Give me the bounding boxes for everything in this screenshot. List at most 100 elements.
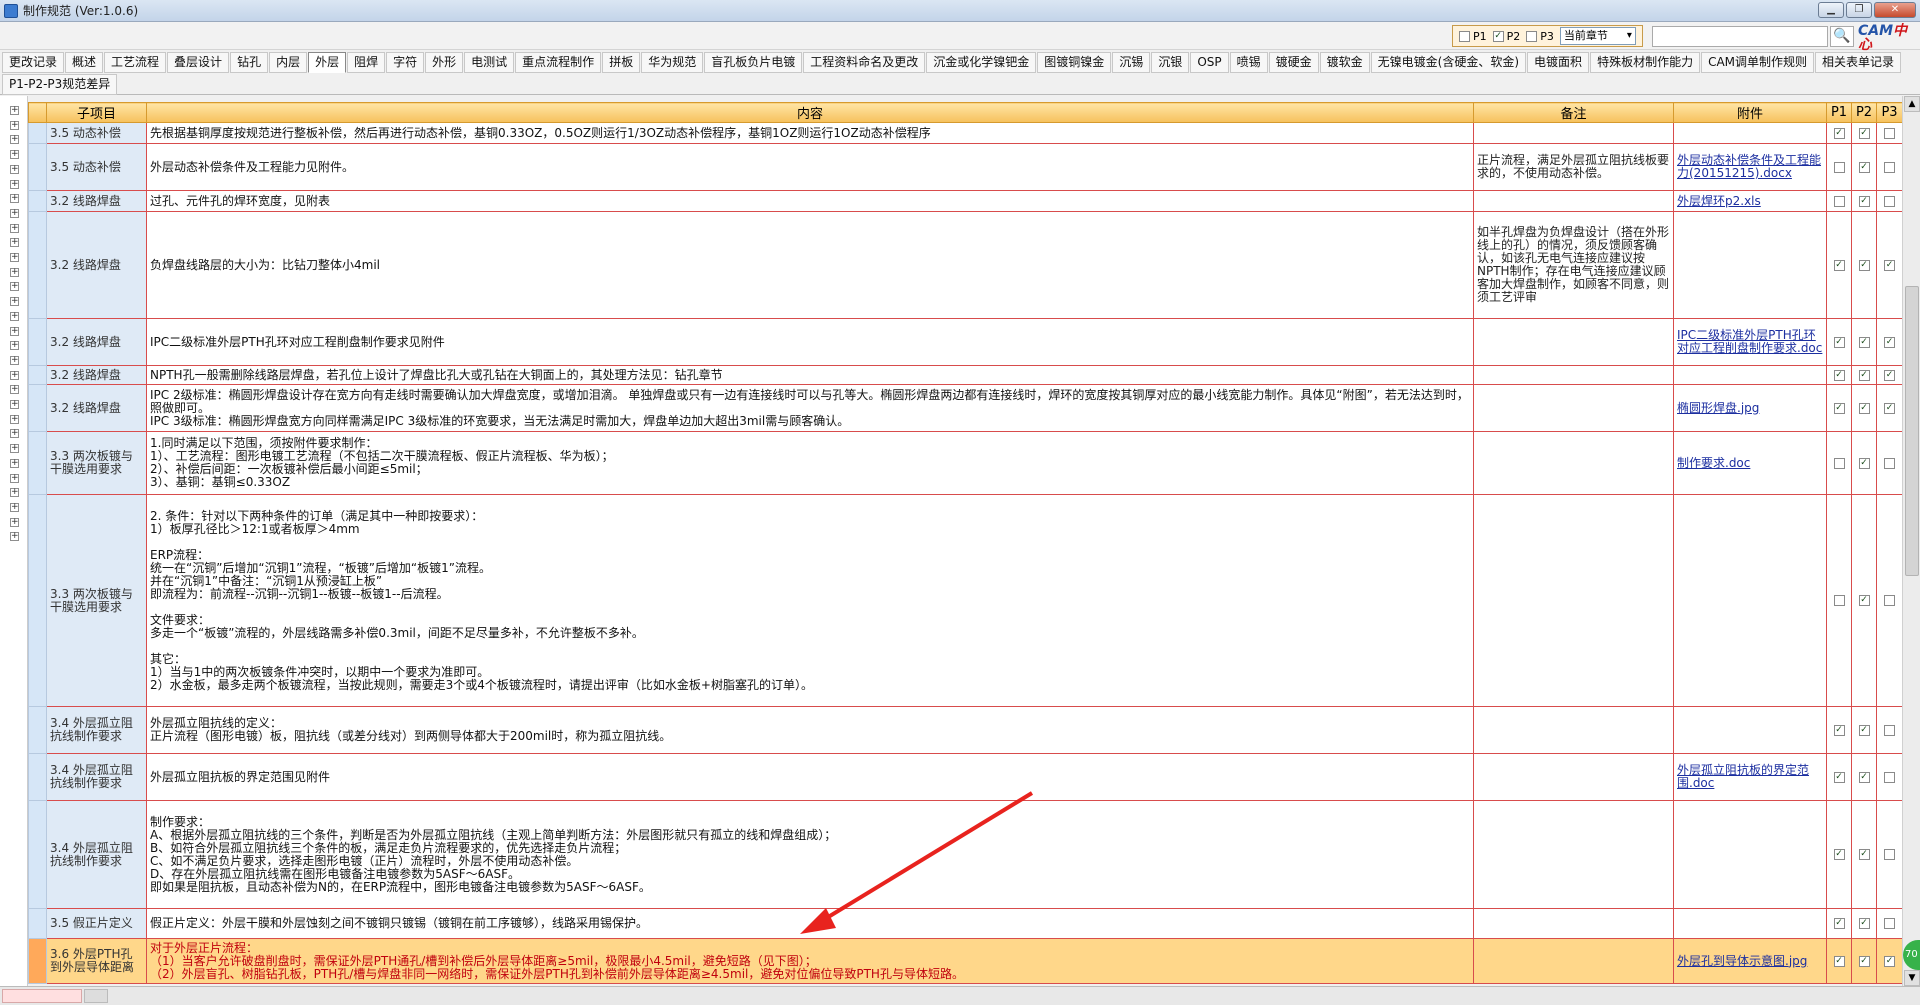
p1-checkbox[interactable] [1833,195,1845,207]
p1-checkbox[interactable]: ✓ [1833,402,1845,414]
p1-checkbox[interactable] [1833,457,1845,469]
cell-attachment-link[interactable] [1673,211,1827,319]
tree-expand-icon[interactable]: + [10,502,19,512]
p1-checkbox[interactable] [1833,595,1845,606]
p1-checkbox[interactable] [1833,161,1845,173]
p3-checkbox[interactable] [1884,849,1895,860]
tab-5[interactable]: 内层 [269,52,308,73]
col-header-attachment[interactable]: 附件 [1673,102,1827,123]
table-row[interactable]: 3.2 线路焊盘 负焊盘线路层的大小为：比钻刀整体小4mil 如半孔焊盘为负焊盘设计… [28,211,1903,319]
tab-0[interactable]: 更改记录 [2,52,65,73]
p2-checkbox[interactable]: ✓ [1858,724,1870,736]
p3-checkbox[interactable]: ✓ [1884,369,1895,381]
table-row[interactable]: 3.2 线路焊盘 过孔、元件孔的焊环宽度，见附表 外层焊环p2.xls ✓ [28,190,1903,212]
p2-checkbox[interactable]: ✓ [1858,127,1870,139]
col-header-p1[interactable]: P1 [1826,102,1852,123]
col-header-content[interactable]: 内容 [146,102,1474,123]
tree-expand-icon[interactable]: + [10,282,19,292]
p2-checkbox[interactable]: ✓ [1858,336,1870,348]
p2-checkbox[interactable]: ✓ [1858,402,1870,414]
p3-checkbox[interactable] [1884,195,1895,207]
p1-checkbox[interactable]: ✓ [1833,918,1845,929]
p1-checkbox[interactable]: ✓ [1833,369,1845,381]
cell-attachment-link[interactable]: 外层孔到导体示意图.jpg [1673,938,1827,984]
p1-filter-checkbox[interactable] [1459,30,1470,42]
row-selector[interactable] [28,494,47,707]
table-row[interactable]: 3.5 假正片定义 假正片定义：外层干膜和外层蚀刻之间不镀铜只镀锡（镀铜在前工序镀… [28,908,1903,939]
p1-checkbox[interactable]: ✓ [1833,955,1845,967]
minimize-button[interactable]: ▁ [1818,2,1844,18]
tree-expand-icon[interactable]: + [10,150,19,160]
table-row[interactable]: 3.2 线路焊盘 IPC二级标准外层PTH孔环对应工程削盘制作要求见附件 IPC二级… [28,318,1903,366]
p2-checkbox[interactable]: ✓ [1858,457,1870,469]
p1-checkbox[interactable]: ✓ [1833,336,1845,348]
row-selector[interactable] [28,365,47,385]
p3-checkbox[interactable] [1884,724,1895,736]
tree-expand-icon[interactable]: + [10,253,19,262]
table-row[interactable]: 3.4 外层孤立阻抗线制作要求 外层孤立阻抗线的定义： 正片流程（图形电镀）板，阻… [28,706,1903,754]
col-header-note[interactable]: 备注 [1473,102,1674,123]
tab-27[interactable]: CAM调单制作规则 [1701,52,1815,73]
p1-checkbox[interactable]: ✓ [1833,259,1845,271]
cell-attachment-link[interactable] [1673,494,1827,707]
tab-8[interactable]: 字符 [386,52,425,73]
row-selector[interactable] [28,190,47,212]
table-row[interactable]: 3.2 线路焊盘 IPC 2级标准：椭圆形焊盘设计存在宽方向有走线时需要确认加大焊… [28,384,1903,432]
tab-1[interactable]: 概述 [65,52,104,73]
tab-29[interactable]: P1-P2-P3规范差异 [2,74,118,95]
tree-expand-icon[interactable]: + [10,341,19,351]
scope-dropdown[interactable]: 当前章节 [1559,27,1636,45]
tab-23[interactable]: 镀软金 [1319,52,1370,73]
p2-checkbox[interactable]: ✓ [1858,918,1870,929]
tab-13[interactable]: 华为规范 [641,52,704,73]
p3-checkbox[interactable] [1884,595,1895,606]
tab-19[interactable]: 沉银 [1151,52,1190,73]
p1-checkbox[interactable]: ✓ [1833,127,1845,139]
p3-checkbox[interactable]: ✓ [1884,259,1895,271]
p2-filter-checkbox[interactable]: ✓ [1492,30,1504,42]
tab-26[interactable]: 特殊板材制作能力 [1590,52,1701,73]
tree-expand-icon[interactable]: + [10,194,19,204]
tree-expand-icon[interactable]: + [10,473,19,483]
tree-expand-icon[interactable]: + [10,238,19,248]
tab-6[interactable]: 外层 [308,52,347,73]
table-row[interactable]: 3.2 线路焊盘 NPTH孔一般需删除线路层焊盘，若孔位上设计了焊盘比孔大或孔钻在… [28,365,1903,385]
tree-expand-icon[interactable]: + [10,135,19,145]
p3-checkbox[interactable]: ✓ [1884,402,1895,414]
row-selector[interactable] [28,908,47,939]
p3-filter-checkbox[interactable] [1526,30,1538,42]
tab-18[interactable]: 沉锡 [1112,52,1151,73]
tab-20[interactable]: OSP [1190,52,1229,73]
row-selector[interactable] [28,211,47,319]
tree-expand-icon[interactable]: + [10,458,19,468]
tree-expand-icon[interactable]: + [10,297,19,307]
tree-expand-icon[interactable]: + [10,517,19,527]
scroll-thumb[interactable] [1905,286,1919,576]
tab-9[interactable]: 外形 [425,52,464,73]
cell-attachment-link[interactable]: 外层焊环p2.xls [1673,190,1827,212]
search-input[interactable] [1652,26,1828,47]
cell-attachment-link[interactable] [1673,908,1827,939]
tab-28[interactable]: 相关表单记录 [1815,52,1902,73]
table-row[interactable]: 3.3 两次板镀与干膜选用要求 1.同时满足以下范围，须按附件要求制作： 1）、工… [28,431,1903,495]
table-row[interactable]: 3.4 外层孤立阻抗线制作要求 制作要求： A、根据外层孤立阻抗线的三个条件，判断… [28,800,1903,909]
tree-expand-icon[interactable]: + [10,532,19,542]
tree-expand-icon[interactable]: + [10,414,19,424]
row-selector[interactable] [28,753,47,801]
tab-12[interactable]: 拼板 [602,52,641,73]
tab-21[interactable]: 喷锡 [1229,52,1268,73]
cell-attachment-link[interactable]: 外层动态补偿条件及工程能力(20151215).docx [1673,143,1827,191]
cell-attachment-link[interactable] [1673,706,1827,754]
cell-attachment-link[interactable]: 制作要求.doc [1673,431,1827,495]
tree-expand-icon[interactable]: + [10,267,19,277]
col-header-p2[interactable]: P2 [1851,102,1877,123]
tab-15[interactable]: 工程资料命名及更改 [803,52,926,73]
tab-14[interactable]: 盲孔板负片电镀 [704,52,803,73]
tree-expand-icon[interactable]: + [10,223,19,233]
cell-attachment-link[interactable] [1673,365,1827,385]
tree-expand-icon[interactable]: + [10,326,19,336]
cell-attachment-link[interactable] [1673,800,1827,909]
p3-checkbox[interactable] [1884,918,1895,929]
tree-expand-icon[interactable]: + [10,106,19,115]
p2-checkbox[interactable]: ✓ [1858,771,1870,783]
